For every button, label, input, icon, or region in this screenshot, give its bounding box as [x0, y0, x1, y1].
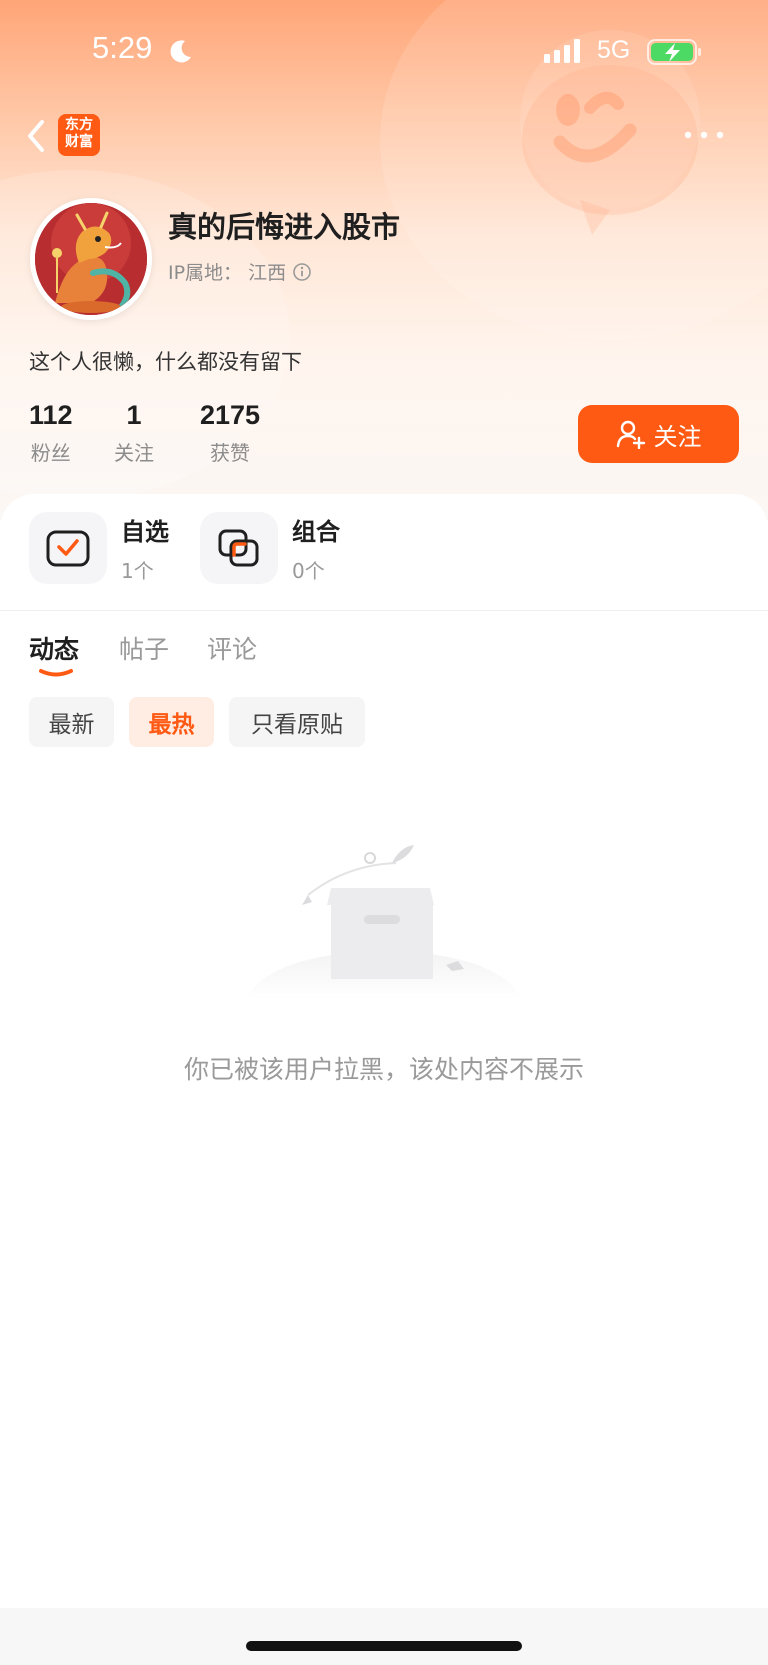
divider [0, 610, 768, 611]
portfolio-icon-box [200, 512, 278, 584]
watchlist-title: 自选 [121, 518, 169, 546]
portfolio-tile[interactable]: 组合 0个 [200, 512, 340, 584]
empty-state-message: 你已被该用户拉黑，该处内容不展示 [183, 1055, 584, 1084]
filter-original-only[interactable]: 只看原贴 [229, 697, 365, 747]
battery-charging-icon [647, 39, 701, 65]
active-tab-indicator [39, 669, 73, 677]
signal-icon [544, 39, 580, 63]
app-logo: 东方 财富 [58, 114, 100, 156]
stat-label: 获赞 [210, 441, 251, 465]
watchlist-icon-box [29, 512, 107, 584]
app-logo-line1: 东方 [65, 117, 93, 133]
tab-posts[interactable]: 帖子 [119, 630, 169, 666]
stat-label: 关注 [114, 441, 154, 465]
portfolio-count: 0个 [292, 559, 325, 583]
info-icon[interactable] [292, 262, 312, 282]
avatar[interactable] [30, 198, 152, 320]
dragon-avatar [35, 203, 147, 315]
ip-location-value: 江西 [248, 262, 287, 284]
username: 真的后悔进入股市 [168, 210, 401, 244]
more-dots-icon[interactable] [682, 122, 726, 148]
watchlist-count: 1个 [121, 559, 154, 583]
follow-button[interactable]: 关注 [578, 405, 739, 463]
tab-activity[interactable]: 动态 [29, 630, 79, 666]
add-user-icon [616, 420, 645, 449]
ip-location: IP属地： 江西 [168, 258, 312, 285]
bottom-bar [0, 1608, 768, 1665]
back-chevron-icon[interactable] [22, 116, 50, 156]
stat-value: 2175 [200, 400, 261, 430]
status-bar: 5:29 5G [0, 0, 768, 100]
app-logo-line2: 财富 [65, 134, 93, 150]
stat-following[interactable]: 1 关注 [114, 400, 154, 466]
watchlist-tile[interactable]: 自选 1个 [29, 512, 169, 584]
watchlist-check-icon [46, 530, 90, 567]
portfolio-title: 组合 [292, 518, 340, 546]
bio: 这个人很懒，什么都没有留下 [29, 350, 302, 374]
filter-newest[interactable]: 最新 [29, 697, 114, 747]
filter-hottest[interactable]: 最热 [129, 697, 214, 747]
stat-label: 粉丝 [30, 441, 71, 465]
stat-value: 1 [126, 400, 142, 430]
ip-label: IP属地： [168, 262, 243, 284]
stat-value: 112 [29, 400, 73, 430]
moon-icon [170, 40, 191, 63]
stat-followers[interactable]: 112 粉丝 [29, 400, 73, 466]
clock: 5:29 [92, 30, 153, 65]
stat-likes[interactable]: 2175 获赞 [200, 400, 260, 466]
portfolio-overlap-icon [218, 529, 259, 567]
follow-button-label: 关注 [653, 423, 702, 451]
empty-box-illustration [246, 845, 522, 1000]
network-label: 5G [597, 36, 631, 64]
home-indicator[interactable] [246, 1641, 522, 1651]
tab-comments[interactable]: 评论 [207, 630, 257, 666]
